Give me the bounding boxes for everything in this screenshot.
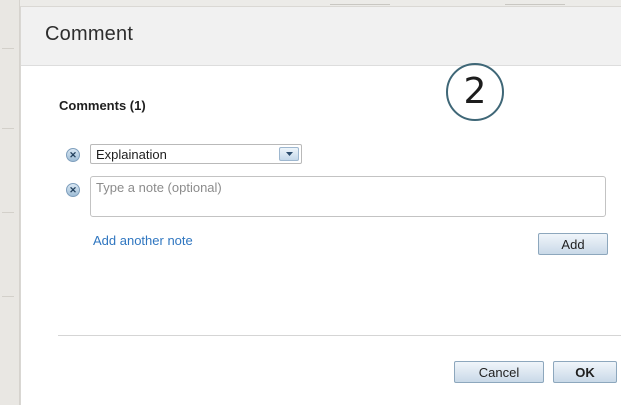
footer-divider — [58, 335, 621, 336]
dropdown-button[interactable] — [279, 147, 299, 161]
dialog-header: Comment — [21, 7, 621, 66]
dialog-title: Comment — [45, 23, 134, 45]
background-fragment — [330, 0, 390, 5]
step-number-marker: 2 — [446, 63, 504, 121]
remove-comment-button[interactable]: ✕ — [66, 148, 80, 162]
note-input[interactable] — [90, 176, 606, 217]
x-icon: ✕ — [69, 185, 77, 195]
remove-note-button[interactable]: ✕ — [66, 183, 80, 197]
background-divider — [2, 128, 14, 129]
chevron-down-icon — [286, 152, 293, 156]
comment-type-select[interactable]: Explaination — [90, 144, 302, 164]
cancel-button[interactable]: Cancel — [454, 361, 544, 383]
background-divider — [2, 296, 14, 297]
add-button[interactable]: Add — [538, 233, 608, 255]
background-divider — [2, 212, 14, 213]
comment-type-value: Explaination — [96, 147, 167, 162]
background-panel — [0, 0, 20, 405]
comment-dialog: Comment Comments (1) 2 ✕ Explaination ✕ … — [20, 6, 621, 405]
background-fragment — [505, 0, 565, 5]
ok-button[interactable]: OK — [553, 361, 617, 383]
comments-count-heading: Comments (1) — [59, 98, 146, 113]
background-divider — [2, 48, 14, 49]
x-icon: ✕ — [69, 150, 77, 160]
add-another-note-link[interactable]: Add another note — [93, 233, 193, 248]
